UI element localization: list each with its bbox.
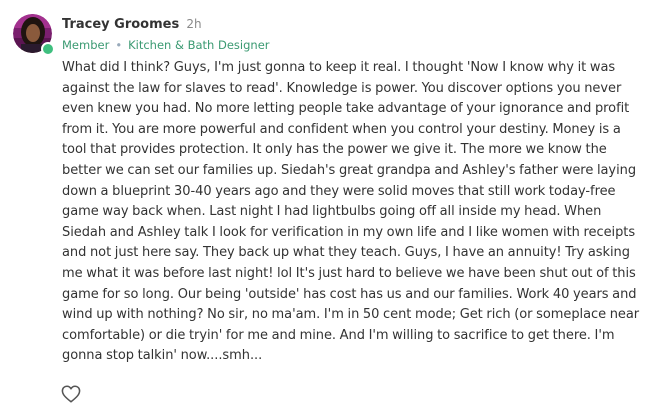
author-name[interactable]: Tracey Groomes — [62, 17, 179, 32]
post-header: Tracey Groomes 2h Member • Kitchen & Bath … — [62, 15, 622, 55]
like-button[interactable] — [60, 383, 82, 405]
feed-post: Tracey Groomes 2h Member • Kitchen & Bath … — [0, 0, 654, 416]
heart-outline-icon — [61, 385, 81, 403]
author-meta: Member • Kitchen & Bath Designer — [62, 37, 622, 54]
post-body: What did I think? Guys, I'm just gonna t… — [62, 60, 640, 364]
author-line: Tracey Groomes 2h — [62, 15, 622, 34]
meta-separator: • — [115, 38, 123, 52]
post-timestamp: 2h — [186, 17, 202, 31]
avatar[interactable] — [13, 14, 55, 56]
online-status-indicator — [41, 42, 55, 56]
member-role: Member — [62, 38, 110, 52]
member-title: Kitchen & Bath Designer — [128, 38, 270, 52]
